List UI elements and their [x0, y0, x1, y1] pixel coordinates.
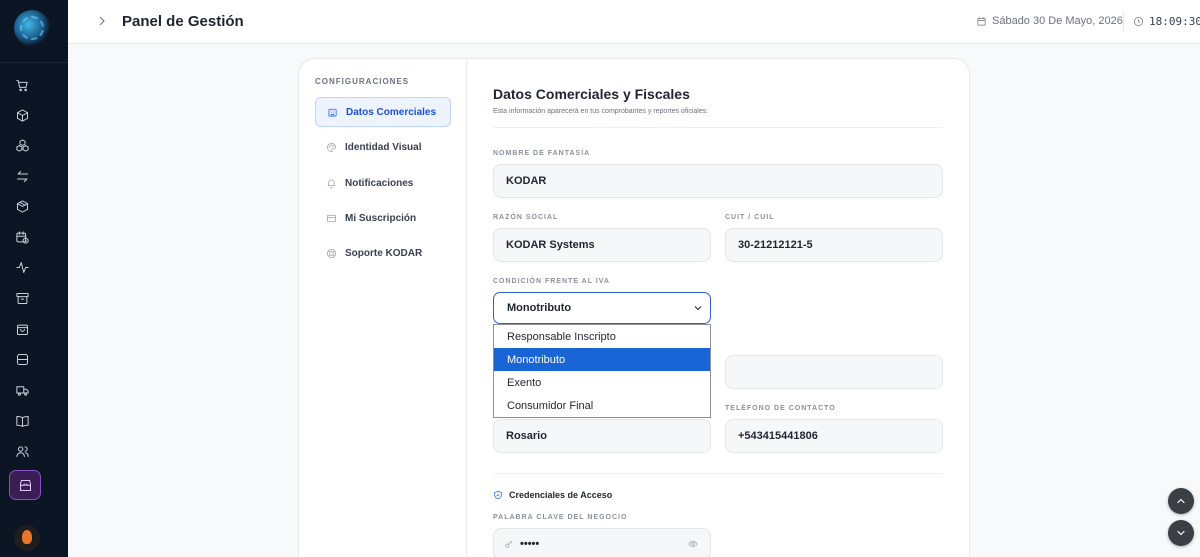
minus-square-icon[interactable]	[12, 349, 32, 369]
section-divider	[493, 473, 943, 474]
config-item-label: Datos Comerciales	[346, 106, 437, 118]
box-icon[interactable]	[12, 105, 32, 125]
chevron-right-icon[interactable]	[94, 13, 110, 29]
telefono-input[interactable]: +543415441806	[725, 419, 943, 453]
config-item-identidad-visual[interactable]: Identidad Visual	[315, 132, 451, 162]
book-icon[interactable]	[12, 411, 32, 431]
cuit-input[interactable]: 30-21212121-5	[725, 228, 943, 262]
chevron-down-icon	[692, 302, 704, 314]
chevron-up-icon	[1177, 498, 1185, 504]
form-divider	[493, 127, 943, 128]
cuit-label: CUIT / CUIL	[725, 214, 775, 221]
config-item-datos-comerciales[interactable]: Datos Comerciales	[315, 97, 451, 127]
date-text: Sábado 30 De Mayo, 2026	[992, 15, 1123, 27]
sidebar	[0, 0, 68, 557]
store-icon[interactable]	[9, 470, 41, 500]
building-icon	[328, 108, 337, 117]
transfer-icon[interactable]	[12, 166, 32, 186]
password-label: PALABRA CLAVE DEL NEGOCIO	[493, 514, 628, 521]
credenciales-heading: Credenciales de Acceso	[493, 490, 612, 500]
razon-social-input[interactable]: KODAR Systems	[493, 228, 711, 262]
app-logo[interactable]	[14, 10, 50, 46]
scroll-down-button[interactable]	[1168, 520, 1194, 546]
password-value: •••••	[520, 538, 540, 550]
obscured-input[interactable]	[725, 355, 943, 389]
razon-social-label: RAZÓN SOCIAL	[493, 214, 559, 221]
clock-text: 18:09:30	[1149, 15, 1200, 28]
page-title: Panel de Gestión	[122, 13, 244, 30]
iva-label: CONDICIÓN FRENTE AL IVA	[493, 278, 610, 285]
key-icon	[505, 540, 513, 548]
iva-option-selected[interactable]: Monotributo	[494, 348, 710, 371]
avatar[interactable]	[14, 525, 40, 551]
eye-icon[interactable]	[688, 539, 698, 549]
package-icon[interactable]	[12, 196, 32, 216]
cart-icon[interactable]	[12, 75, 32, 95]
nombre-fantasia-input[interactable]: KODAR	[493, 164, 943, 198]
topbar: Panel de Gestión Sábado 30 De Mayo, 2026…	[68, 0, 1200, 44]
iva-select[interactable]: Monotributo	[493, 292, 711, 324]
scroll-up-button[interactable]	[1168, 488, 1194, 514]
telefono-label: TELÉFONO DE CONTACTO	[725, 405, 836, 412]
calendar-clock-icon[interactable]	[12, 227, 32, 247]
calendar-icon	[977, 16, 986, 26]
chevron-down-icon	[1177, 530, 1185, 536]
config-item-label: Notificaciones	[345, 177, 414, 189]
iva-option[interactable]: Responsable Inscripto	[494, 325, 710, 348]
truck-icon[interactable]	[12, 380, 32, 400]
lifebuoy-icon	[327, 248, 336, 258]
iva-dropdown-list: Responsable Inscripto Monotributo Exento…	[493, 324, 711, 418]
form-title: Datos Comerciales y Fiscales	[493, 86, 690, 102]
config-item-soporte-kodar[interactable]: Soporte KODAR	[315, 238, 451, 268]
clock-icon	[1134, 17, 1143, 26]
config-item-label: Soporte KODAR	[345, 247, 423, 259]
ciudad-input[interactable]: Rosario	[493, 419, 711, 453]
shield-check-icon	[494, 490, 502, 500]
config-item-mi-suscripcion[interactable]: Mi Suscripción	[315, 203, 451, 233]
topbar-divider	[1123, 13, 1124, 31]
palette-icon	[327, 142, 336, 152]
config-nav: CONFIGURACIONES Datos Comerciales Identi…	[299, 59, 467, 557]
iva-option[interactable]: Consumidor Final	[494, 394, 710, 417]
config-item-notificaciones[interactable]: Notificaciones	[315, 168, 451, 198]
config-nav-heading: CONFIGURACIONES	[315, 77, 410, 86]
settings-card: CONFIGURACIONES Datos Comerciales Identi…	[298, 58, 970, 557]
shopping-bag-icon[interactable]	[12, 319, 32, 339]
iva-option[interactable]: Exento	[494, 371, 710, 394]
credit-card-icon	[327, 214, 336, 222]
password-input[interactable]: •••••	[493, 528, 711, 557]
sidebar-divider	[0, 62, 68, 63]
date-display: Sábado 30 De Mayo, 2026	[976, 15, 1123, 27]
bell-icon	[327, 179, 336, 188]
iva-select-value: Monotributo	[507, 302, 572, 314]
users-icon[interactable]	[12, 441, 32, 461]
config-item-label: Mi Suscripción	[345, 212, 417, 224]
archive-icon[interactable]	[12, 288, 32, 308]
activity-icon[interactable]	[12, 257, 32, 277]
config-item-label: Identidad Visual	[345, 141, 422, 153]
clock-display: 18:09:30	[1133, 15, 1200, 28]
form-subtitle: Esta información aparecerá en tus compro…	[493, 108, 709, 115]
credenciales-heading-text: Credenciales de Acceso	[509, 490, 613, 500]
boxes-icon[interactable]	[12, 135, 32, 155]
nombre-fantasia-label: NOMBRE DE FANTASÍA	[493, 150, 591, 157]
